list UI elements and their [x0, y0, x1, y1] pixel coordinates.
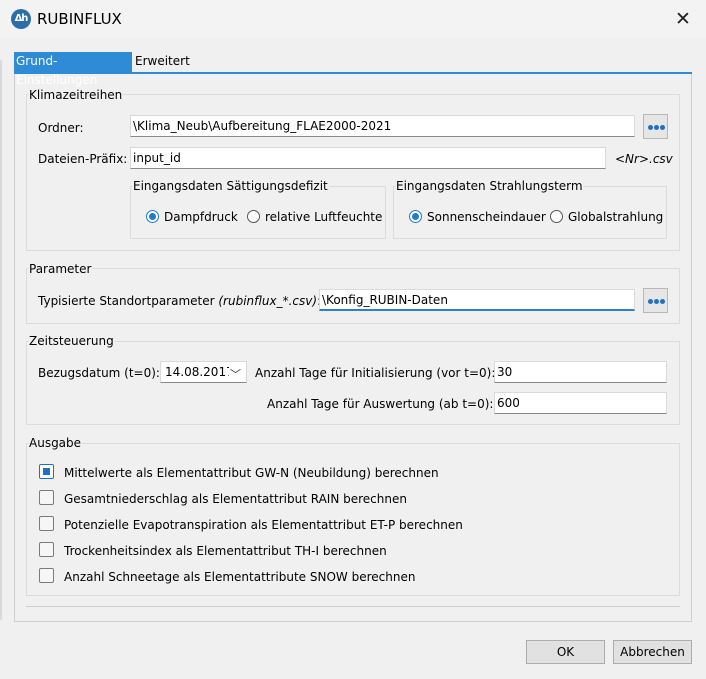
strahlung-group-title: Eingangsdaten Strahlungsterm	[395, 178, 584, 194]
radio-luftfeuchte-label: relative Luftfeuchte	[265, 210, 383, 224]
checkbox-snow-label: Anzahl Schneetage als Elementattribute S…	[64, 570, 416, 584]
checkbox-gw-n-label: Mittelwerte als Elementattribut GW-N (Ne…	[64, 466, 439, 480]
init-tage-input[interactable]: 30	[494, 361, 667, 383]
bezugsdatum-picker[interactable]: 14.08.2017 ﹀	[160, 361, 247, 383]
radio-dampfdruck[interactable]	[146, 210, 159, 223]
saettigung-group-title: Eingangsdaten Sättigungsdefizit	[132, 178, 329, 194]
dot-icon	[660, 299, 665, 304]
parameter-label: Typisierte Standortparameter (rubinflux_…	[38, 293, 321, 309]
radio-sonnenschein[interactable]	[409, 210, 422, 223]
checkbox-gw-n[interactable]	[39, 464, 54, 479]
parameter-browse-button[interactable]	[643, 288, 668, 313]
title-bar: Δh RUBINFLUX ✕	[0, 0, 706, 38]
checkbox-et-p[interactable]	[39, 516, 54, 531]
ok-button[interactable]: OK	[526, 640, 605, 664]
chevron-down-icon: ﹀	[230, 368, 241, 381]
bezugsdatum-label: Bezugsdatum (t=0):	[38, 366, 160, 380]
bezugsdatum-value: 14.08.2017	[165, 365, 229, 379]
ordner-browse-button[interactable]	[643, 114, 668, 139]
praefix-label: Dateien-Präfix:	[38, 152, 128, 166]
tab-grund-einstellungen[interactable]: Grund-Einstellungen	[14, 52, 132, 87]
init-tage-label: Anzahl Tage für Initialisierung (vor t=0…	[255, 366, 496, 380]
radio-globalstrahlung[interactable]	[550, 210, 563, 223]
checkbox-rain[interactable]	[39, 490, 54, 505]
dot-icon	[654, 299, 659, 304]
dot-icon	[648, 299, 653, 304]
tab-erweitert[interactable]: Erweitert	[133, 52, 191, 72]
checkbox-et-p-label: Potenzielle Evapotranspiration als Eleme…	[64, 518, 463, 532]
checkbox-th-i-label: Trockenheitsindex als Elementattribut TH…	[64, 544, 387, 558]
parameter-label-pattern: (rubinflux_*.csv)	[218, 294, 318, 308]
klima-group-title: Klimazeitreihen	[28, 87, 124, 103]
radio-sonnenschein-label: Sonnenscheindauer	[427, 210, 546, 224]
suffix-hint: <Nr>.csv	[615, 152, 673, 166]
radio-luftfeuchte[interactable]	[247, 210, 260, 223]
dot-icon	[654, 125, 659, 130]
dot-icon	[648, 125, 653, 130]
checkbox-th-i[interactable]	[39, 542, 54, 557]
close-button[interactable]: ✕	[660, 0, 706, 38]
parameter-label-main: Typisierte Standortparameter	[38, 294, 219, 308]
parameter-input[interactable]: \Konfig_RUBIN-Daten	[319, 289, 635, 311]
ordner-input[interactable]: \Klima_Neub\Aufbereitung_FLAE2000-2021	[130, 115, 635, 137]
ordner-label: Ordner:	[38, 121, 84, 135]
praefix-input[interactable]: input_id	[130, 147, 606, 169]
dot-icon	[660, 125, 665, 130]
window-edge	[0, 60, 2, 620]
window-title: RUBINFLUX	[37, 10, 122, 28]
auswertung-tage-label: Anzahl Tage für Auswertung (ab t=0):	[267, 397, 494, 411]
ausgabe-group-title: Ausgabe	[28, 435, 83, 451]
parameter-group-title: Parameter	[28, 261, 93, 277]
cancel-button[interactable]: Abbrechen	[613, 640, 692, 664]
auswertung-tage-input[interactable]: 600	[494, 392, 667, 414]
checkbox-rain-label: Gesamtniederschlag als Elementattribut R…	[64, 492, 407, 506]
radio-dampfdruck-label: Dampfdruck	[164, 210, 238, 224]
zeit-group-title: Zeitsteuerung	[28, 333, 115, 349]
panel-separator	[26, 606, 680, 607]
ah-logo-icon: Δh	[11, 9, 31, 29]
checkbox-snow[interactable]	[39, 568, 54, 583]
radio-globalstrahlung-label: Globalstrahlung	[568, 210, 664, 224]
